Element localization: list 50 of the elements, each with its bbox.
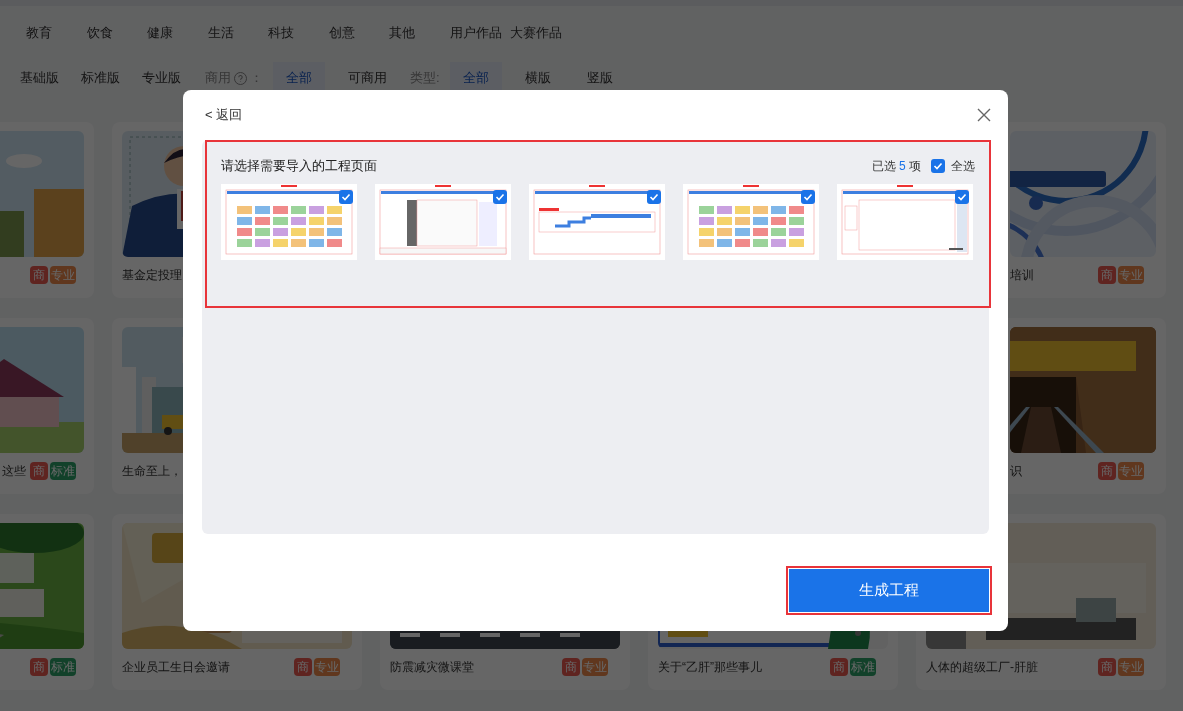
tag: 专业 <box>1118 462 1144 480</box>
tag: 专业 <box>582 658 608 676</box>
tag: 商 <box>294 658 312 676</box>
generate-button[interactable]: 生成工程 <box>789 569 989 612</box>
template-card[interactable]: 商 专业 <box>0 122 94 298</box>
category-link[interactable]: 用户作品 <box>449 23 502 43</box>
template-card[interactable]: 这些 商 标准 <box>0 318 94 494</box>
panel-title: 请选择需要导入的工程页面 <box>221 157 377 176</box>
tag: 商 <box>1098 266 1116 284</box>
tag: 专业 <box>314 658 340 676</box>
card-title: 这些 <box>1 463 26 480</box>
card-title: 培训 <box>1009 267 1035 284</box>
card-title: 防震减灾微课堂 <box>390 659 475 676</box>
category-link[interactable]: 健康 <box>147 23 173 43</box>
label-colon: ： <box>250 69 263 88</box>
edition-link[interactable]: 基础版 <box>20 68 81 88</box>
card-title: 生命至上， <box>122 463 183 480</box>
edition-link[interactable]: 标准版 <box>81 68 142 88</box>
tag: 标准 <box>50 658 76 676</box>
filter-chip[interactable]: 竖版 <box>573 62 626 94</box>
template-card[interactable]: 商 标准 <box>0 514 94 690</box>
tag: 商 <box>30 462 48 480</box>
card-title: 人体的超级工厂-肝脏 <box>926 659 1039 676</box>
category-link[interactable]: 生活 <box>207 23 234 43</box>
filter-chip[interactable]: 可商用 <box>335 62 400 94</box>
tag: 商 <box>830 658 848 676</box>
card-title: 基金定投理 <box>122 267 183 284</box>
category-link[interactable]: 科技 <box>268 23 294 43</box>
tag: 商 <box>30 266 48 284</box>
card-title: 识 <box>1009 463 1023 480</box>
back-link[interactable]: < 返回 <box>205 105 243 125</box>
category-link[interactable]: 教育 <box>26 23 52 43</box>
filter-chip[interactable]: 横版 <box>511 62 564 94</box>
tag: 商 <box>30 658 48 676</box>
tag: 商 <box>562 658 580 676</box>
category-link[interactable]: 大赛作品 <box>510 23 562 43</box>
tag: 商 <box>1098 658 1116 676</box>
select-all-label[interactable]: 全选 <box>951 157 975 175</box>
edition-link[interactable]: 专业版 <box>142 68 203 88</box>
tag: 专业 <box>1118 658 1144 676</box>
card-title: 企业员工生日会邀请 <box>122 659 231 676</box>
tag: 标准 <box>850 658 876 676</box>
tag: 标准 <box>50 462 76 480</box>
tag: 商 <box>1098 462 1116 480</box>
card-title: 关于“乙肝”那些事儿 <box>658 659 763 676</box>
category-link[interactable]: 创意 <box>328 23 355 43</box>
category-link[interactable]: 饮食 <box>86 23 113 43</box>
tag: 专业 <box>50 266 76 284</box>
tag: 专业 <box>1118 266 1144 284</box>
category-link[interactable]: 其他 <box>389 23 415 43</box>
